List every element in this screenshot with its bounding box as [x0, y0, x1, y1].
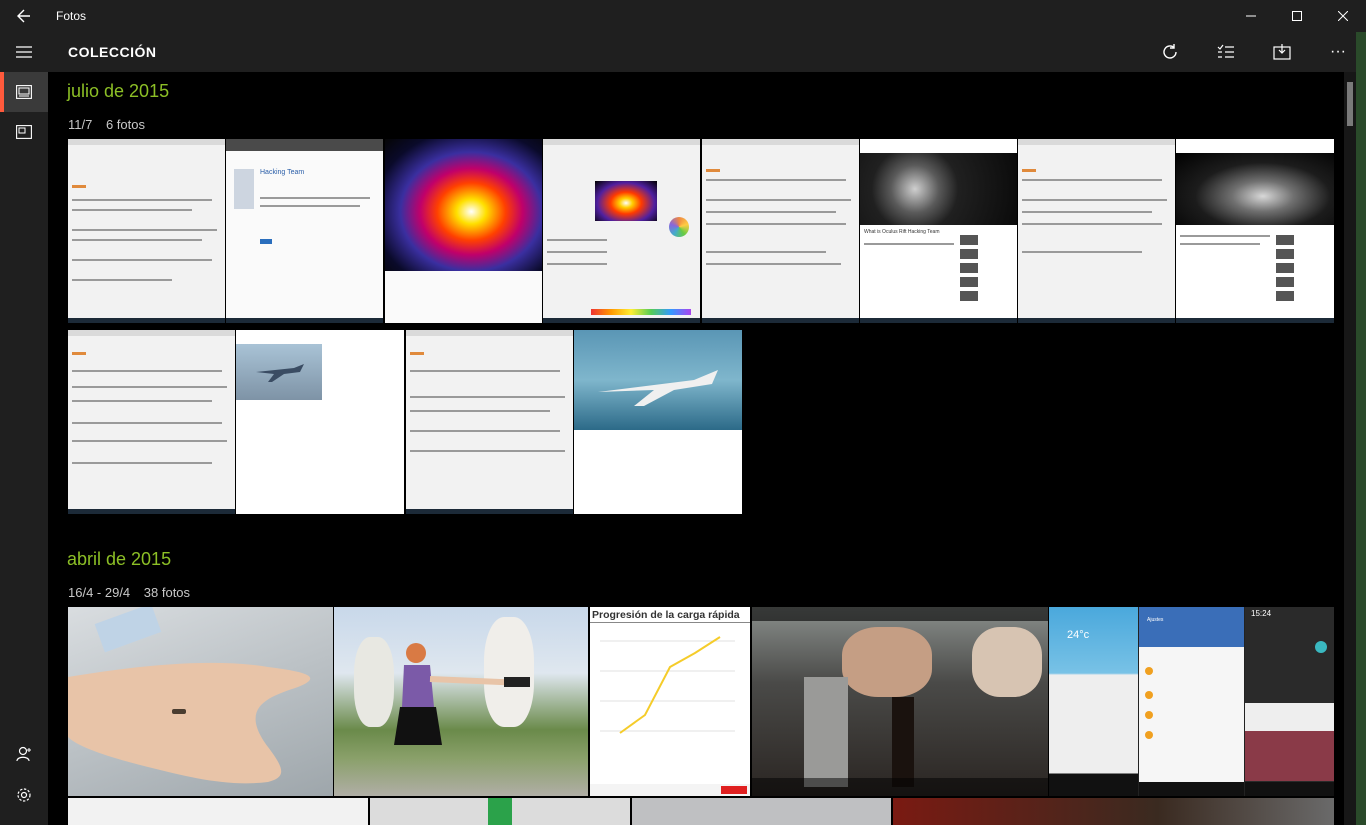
maximize-button[interactable]: [1274, 0, 1320, 32]
close-button[interactable]: [1320, 0, 1366, 32]
group-photo-count: 38 fotos: [143, 585, 191, 600]
photo-thumbnail[interactable]: [385, 139, 542, 323]
import-icon: [1273, 44, 1291, 60]
command-bar: COLECCIÓN ···: [48, 32, 1366, 72]
photo-thumbnail[interactable]: [68, 330, 235, 514]
photo-thumbnail[interactable]: Progresión de la carga rápida: [590, 607, 750, 796]
photo-thumbnail[interactable]: [370, 798, 630, 825]
album-icon: [16, 125, 32, 139]
group-date-range: 11/7: [68, 117, 93, 132]
photo-thumbnail[interactable]: [68, 607, 333, 796]
photo-thumbnail[interactable]: [752, 607, 1048, 796]
hamburger-menu-button[interactable]: [0, 32, 48, 72]
app-title: Fotos: [56, 9, 87, 23]
photo-thumbnail[interactable]: [574, 330, 742, 514]
photo-thumbnail[interactable]: [334, 607, 588, 796]
back-arrow-icon: [17, 9, 30, 23]
command-actions: ···: [1142, 32, 1366, 72]
nav-collection[interactable]: [0, 72, 48, 112]
photo-thumbnail[interactable]: What is Oculus Rift Hacking Team: [860, 139, 1017, 323]
group-date-range: 16/4 - 29/4: [68, 585, 131, 600]
refresh-button[interactable]: [1142, 32, 1198, 72]
airplane-image: [598, 370, 718, 406]
minimize-button[interactable]: [1228, 0, 1274, 32]
refresh-icon: [1163, 44, 1177, 59]
person-icon: [16, 746, 31, 762]
chart-thumbnail-title: Progresión de la carga rápida: [592, 609, 740, 621]
person-image: [394, 643, 530, 745]
group-title-july-2015[interactable]: julio de 2015: [67, 81, 169, 102]
more-icon: ···: [1330, 43, 1346, 60]
clock-text: 15:24: [1251, 609, 1272, 618]
maximize-icon: [1292, 11, 1302, 21]
nav-settings[interactable]: [0, 775, 48, 815]
gear-icon: [17, 788, 31, 802]
minimize-icon: [1246, 15, 1256, 17]
scrollbar-thumb[interactable]: [1347, 82, 1353, 126]
photo-thumbnail[interactable]: [68, 139, 225, 323]
import-button[interactable]: [1254, 32, 1310, 72]
collection-content[interactable]: julio de 2015 11/7 6 fotos Hacking Team: [48, 72, 1344, 825]
navigation-rail: [0, 32, 48, 825]
photo-thumbnail[interactable]: [893, 798, 1334, 825]
photo-thumbnail[interactable]: 24°c Ajustes 15:24: [1049, 607, 1334, 796]
window-controls: [1228, 0, 1366, 32]
weather-text: 24°c: [1067, 629, 1090, 641]
group-meta-july-2015: 11/7 6 fotos: [68, 117, 155, 132]
group-photo-count: 6 fotos: [105, 117, 145, 132]
title-bar: Fotos: [0, 0, 1366, 32]
photo-thumbnail[interactable]: [1176, 139, 1334, 323]
video-title: What is Oculus Rift Hacking Team: [864, 229, 940, 235]
article-heading: Hacking Team: [260, 169, 305, 176]
close-icon: [1338, 11, 1348, 21]
group-title-april-2015[interactable]: abril de 2015: [67, 549, 171, 570]
photo-thumbnail[interactable]: [543, 139, 700, 323]
airplane-image: [256, 364, 304, 382]
photo-thumbnail[interactable]: [702, 139, 859, 323]
line-chart-image: [600, 636, 735, 734]
photo-thumbnail[interactable]: [1018, 139, 1175, 323]
hamburger-icon: [16, 46, 32, 58]
photo-thumbnail[interactable]: [68, 798, 368, 825]
settings-title: Ajustes: [1147, 617, 1164, 623]
photo-thumbnail[interactable]: [406, 330, 573, 514]
photo-thumbnail[interactable]: [236, 330, 404, 514]
window-edge: [1356, 32, 1366, 825]
select-list-icon: [1217, 44, 1234, 58]
photos-collection-icon: [16, 85, 32, 99]
vertical-scrollbar[interactable]: [1344, 72, 1356, 825]
nav-account[interactable]: [0, 734, 48, 774]
back-button[interactable]: [0, 0, 48, 32]
page-title: COLECCIÓN: [68, 44, 157, 60]
nav-albums[interactable]: [0, 112, 48, 152]
hand-image: [68, 662, 311, 784]
photo-thumbnail[interactable]: [632, 798, 891, 825]
group-meta-april-2015: 16/4 - 29/4 38 fotos: [68, 585, 200, 600]
select-button[interactable]: [1198, 32, 1254, 72]
photo-thumbnail[interactable]: Hacking Team: [226, 139, 383, 323]
